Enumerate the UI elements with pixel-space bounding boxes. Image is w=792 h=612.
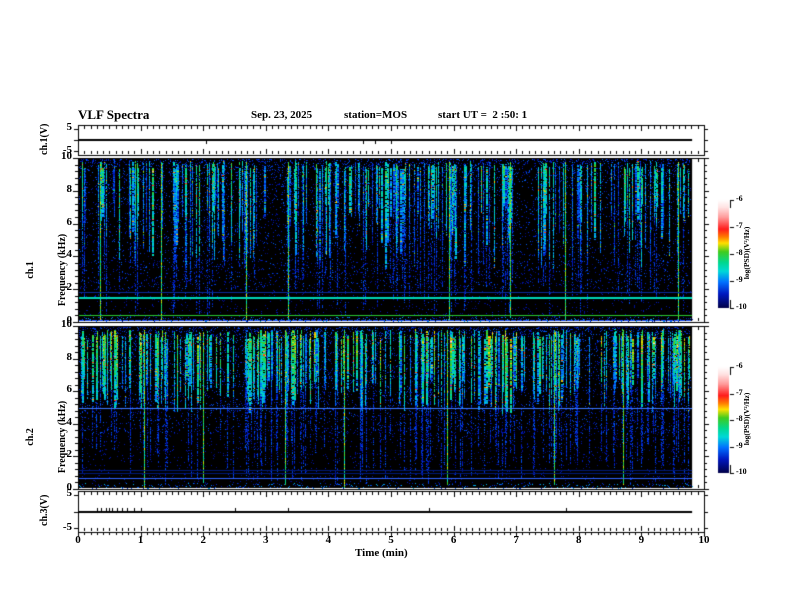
x-tick-label: 3 xyxy=(263,534,269,546)
time-axis-label: Time (min) xyxy=(355,547,408,559)
header-station: station=MOS xyxy=(344,109,408,121)
y-tick-label-strip1: -5 xyxy=(62,144,72,156)
colorbar2-label: log(PSD)(V²/Hz) xyxy=(742,392,752,446)
colorbar1-tick-label: -9 xyxy=(736,275,743,284)
colorbar2-tick-label: -9 xyxy=(736,440,743,450)
colorbar2-tick-label: -10 xyxy=(736,467,747,476)
x-tick-label: 8 xyxy=(576,534,582,546)
spectra-plot-canvas xyxy=(0,0,792,612)
x-tick-label: 1 xyxy=(137,534,144,546)
ch1-axis-channel: ch.1 xyxy=(25,261,36,279)
y-tick-label-spec2: 8 xyxy=(66,350,73,363)
colorbar1-tick-label: -6 xyxy=(736,194,743,203)
x-tick-label: 5 xyxy=(388,534,394,546)
ch2-axis-channel: ch.2 xyxy=(25,428,36,446)
header-date: Sep. 23, 2025 xyxy=(251,109,313,121)
y-tick-label-spec2: 2 xyxy=(66,448,73,461)
x-tick-label: 6 xyxy=(450,534,457,546)
x-tick-label: 10 xyxy=(698,534,710,546)
colorbar1-tick-label: -7 xyxy=(736,221,743,230)
y-tick-label-spec2: 4 xyxy=(66,415,73,428)
y-tick-label-spec1: 4 xyxy=(66,248,73,261)
colorbar1-tick-label: -10 xyxy=(736,302,747,311)
y-tick-label-strip2: 5 xyxy=(66,487,73,499)
header-start-ut: start UT = 2 :50: 1 xyxy=(438,109,528,121)
x-tick-label: 2 xyxy=(200,534,206,546)
x-tick-label: 7 xyxy=(513,534,519,546)
x-tick-label: 0 xyxy=(75,534,81,546)
colorbar1-label: log(PSD)(V²/Hz) xyxy=(742,226,752,280)
x-tick-label: 9 xyxy=(638,534,645,546)
y-tick-label-strip1: 5 xyxy=(66,121,73,133)
colorbar1-tick-label: -8 xyxy=(736,248,743,257)
colorbar2-tick-label: -6 xyxy=(736,361,743,370)
y-tick-label-spec1: 2 xyxy=(66,281,73,294)
y-tick-label-spec2: 10 xyxy=(61,318,72,330)
vlf-spectra-figure: VLF Spectra Sep. 23, 2025 station=MOS st… xyxy=(0,0,792,612)
y-tick-label-spec1: 6 xyxy=(66,215,73,228)
y-tick-label-spec1: 8 xyxy=(66,182,73,195)
colorbar2-tick-label: -7 xyxy=(736,387,743,397)
ch1-frequency-axis-label: ch.1 Frequency (kHz) xyxy=(5,188,89,352)
y-tick-label-spec2: 6 xyxy=(66,383,73,396)
x-tick-label: 4 xyxy=(325,534,332,546)
y-tick-label-strip2: -5 xyxy=(62,521,72,533)
colorbar2-tick-label: -8 xyxy=(736,414,743,423)
page-title: VLF Spectra xyxy=(78,107,150,122)
